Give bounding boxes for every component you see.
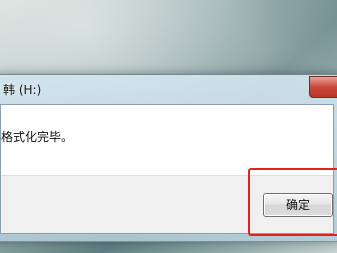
dialog-title: 韩 (H:): [3, 82, 42, 97]
close-button[interactable]: [309, 76, 337, 98]
dialog-message: 格式化完毕。: [1, 130, 74, 144]
title-bar[interactable]: 韩 (H:): [0, 75, 337, 103]
highlight-annotation: [248, 168, 337, 236]
